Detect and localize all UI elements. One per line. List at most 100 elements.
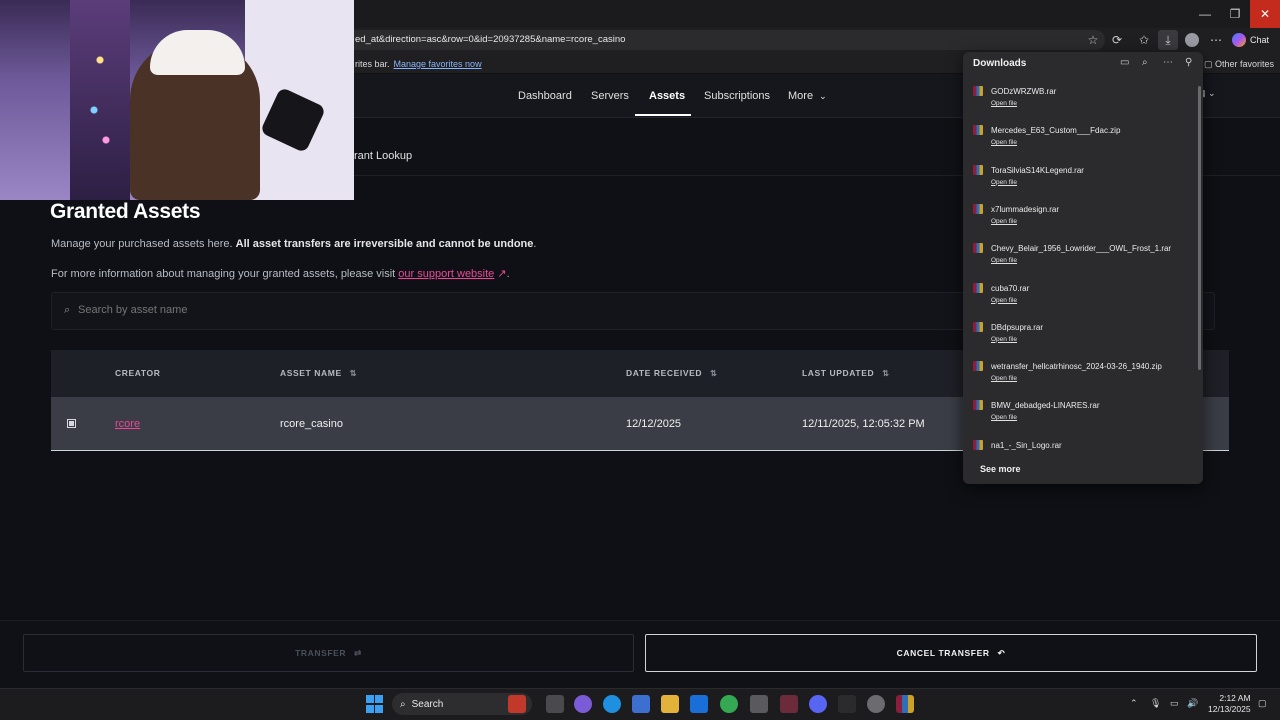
nav-assets[interactable]: Assets: [649, 90, 685, 102]
chrome-icon[interactable]: [720, 695, 738, 713]
transfer-button[interactable]: TRANSFER ⇄: [23, 634, 634, 672]
chevron-up-icon[interactable]: ⌃: [1130, 698, 1138, 709]
download-item-name[interactable]: DBdpsupra.rar: [991, 323, 1043, 332]
downloads-icon[interactable]: ⤓: [1158, 30, 1178, 50]
nav-more[interactable]: More ⌄: [788, 90, 827, 102]
download-item-name[interactable]: na1_-_Sin_Logo.rar: [991, 441, 1062, 450]
volume-icon[interactable]: 🔊: [1187, 698, 1198, 709]
search-icon: ⌕: [400, 698, 406, 710]
copilot-chat-button[interactable]: Chat: [1232, 30, 1269, 50]
manage-favorites-link[interactable]: Manage favorites now: [394, 59, 482, 69]
sort-icon: ⇅: [882, 369, 889, 378]
download-item-name[interactable]: GODzWRZWB.rar: [991, 87, 1056, 96]
other-favorites[interactable]: ▢ Other favorites: [1204, 59, 1274, 70]
taskbar-clock[interactable]: 2:12 AM 12/13/2025: [1208, 693, 1251, 715]
open-file-link[interactable]: Open file: [991, 257, 1017, 264]
network-icon[interactable]: ▭: [1170, 698, 1179, 709]
cell-creator-link[interactable]: rcore: [115, 418, 140, 430]
cancel-transfer-button[interactable]: CANCEL TRANSFER ↶: [645, 634, 1257, 672]
app-icon[interactable]: [838, 695, 856, 713]
download-item-name[interactable]: Chevy_Belair_1956_Lowrider___OWL_Frost_1…: [991, 244, 1171, 253]
open-file-link[interactable]: Open file: [991, 100, 1017, 107]
more-options-icon[interactable]: ⋯: [1163, 57, 1173, 68]
header-creator: CREATOR: [115, 368, 161, 378]
url-text[interactable]: ed_at&direction=asc&row=0&id=20937285&na…: [355, 34, 625, 45]
download-item-name[interactable]: wetransfer_hellcatrhinosc_2024-03-26_194…: [991, 362, 1162, 371]
download-item-name[interactable]: BMW_debadged-LINARES.rar: [991, 401, 1100, 410]
more-options-icon[interactable]: ⋯: [1206, 30, 1226, 50]
support-info-end: .: [506, 268, 510, 280]
downloads-title: Downloads: [973, 58, 1027, 69]
favorite-star-icon[interactable]: ☆: [1083, 30, 1103, 50]
archive-file-icon: [973, 321, 983, 332]
restore-icon[interactable]: ❐: [1220, 0, 1250, 28]
transfer-label: TRANSFER: [295, 648, 347, 658]
taskbar-search-label: Search: [411, 698, 444, 710]
minimize-icon[interactable]: —: [1190, 0, 1220, 28]
folder-icon: ▢: [1204, 59, 1216, 69]
download-item-name[interactable]: x7lummadesign.rar: [991, 205, 1059, 214]
transfer-icon: ⇄: [354, 647, 362, 658]
open-folder-icon[interactable]: ▭: [1120, 57, 1129, 68]
notification-icon[interactable]: ▢: [1258, 698, 1267, 709]
store-icon[interactable]: [632, 695, 650, 713]
app-icon[interactable]: [867, 695, 885, 713]
cell-asset-name: rcore_casino: [280, 418, 343, 430]
header-date-received[interactable]: DATE RECEIVED ⇅: [626, 368, 717, 378]
chevron-down-icon: ⌄: [819, 91, 827, 101]
archive-file-icon: [973, 164, 983, 175]
see-more-link[interactable]: See more: [980, 464, 1021, 474]
cap: [150, 30, 245, 75]
download-item-name[interactable]: cuba70.rar: [991, 284, 1029, 293]
archive-file-icon: [973, 86, 983, 96]
archive-file-icon: [973, 282, 983, 293]
open-file-link[interactable]: Open file: [991, 179, 1017, 186]
extensions-icon[interactable]: ⟳: [1107, 30, 1127, 50]
row-checkbox[interactable]: [67, 419, 76, 428]
archive-file-icon: [973, 361, 983, 372]
copilot-icon: [1232, 33, 1246, 47]
open-file-link[interactable]: Open file: [991, 375, 1017, 382]
open-file-link[interactable]: Open file: [991, 297, 1017, 304]
close-window-button[interactable]: ✕: [1250, 0, 1280, 28]
support-website-link[interactable]: our support website: [398, 268, 494, 280]
header-last-updated[interactable]: LAST UPDATED ⇅: [802, 368, 889, 378]
open-file-link[interactable]: Open file: [991, 336, 1017, 343]
nav-servers[interactable]: Servers: [591, 90, 629, 102]
nav-dashboard[interactable]: Dashboard: [518, 90, 572, 102]
search-icon[interactable]: ⌕: [1142, 57, 1148, 68]
open-file-link[interactable]: Open file: [991, 218, 1017, 225]
favorites-icon[interactable]: ✩: [1134, 30, 1154, 50]
pin-icon[interactable]: ⚲: [1185, 57, 1192, 68]
page-title: Granted Assets: [50, 200, 201, 223]
windows-start-icon[interactable]: [366, 695, 384, 713]
nav-more-label: More: [788, 90, 814, 102]
microphone-icon[interactable]: 🎙: [1150, 698, 1161, 709]
support-info-text: For more information about managing your…: [51, 268, 399, 280]
winrar-icon[interactable]: [896, 695, 914, 713]
edge-icon[interactable]: [603, 695, 621, 713]
cancel-transfer-label: CANCEL TRANSFER: [896, 648, 990, 658]
copilot-icon[interactable]: [574, 695, 592, 713]
task-view-icon[interactable]: [546, 695, 564, 713]
open-file-link[interactable]: Open file: [991, 414, 1017, 421]
mail-icon[interactable]: [690, 695, 708, 713]
download-item-name[interactable]: ToraSilviaS14KLegend.rar: [991, 166, 1084, 175]
app-icon[interactable]: [750, 695, 768, 713]
file-explorer-icon[interactable]: [661, 695, 679, 713]
downloads-scrollbar[interactable]: [1198, 86, 1201, 370]
search-input[interactable]: [78, 304, 478, 316]
discord-icon[interactable]: [809, 695, 827, 713]
description-text: Manage your purchased assets here.: [51, 238, 236, 250]
cell-last-updated: 12/11/2025, 12:05:32 PM: [802, 418, 925, 430]
profile-avatar-icon[interactable]: [1182, 30, 1202, 50]
app-icon[interactable]: [780, 695, 798, 713]
sort-icon: ⇅: [710, 369, 717, 378]
subnav-grant-lookup[interactable]: rant Lookup: [354, 150, 412, 162]
download-item-name[interactable]: Mercedes_E63_Custom___Fdac.zip: [991, 126, 1120, 135]
app-icon[interactable]: [508, 695, 526, 713]
description-warning: All asset transfers are irreversible and…: [235, 238, 534, 250]
header-asset-name[interactable]: ASSET NAME ⇅: [280, 368, 356, 378]
open-file-link[interactable]: Open file: [991, 139, 1017, 146]
nav-subscriptions[interactable]: Subscriptions: [704, 90, 770, 102]
